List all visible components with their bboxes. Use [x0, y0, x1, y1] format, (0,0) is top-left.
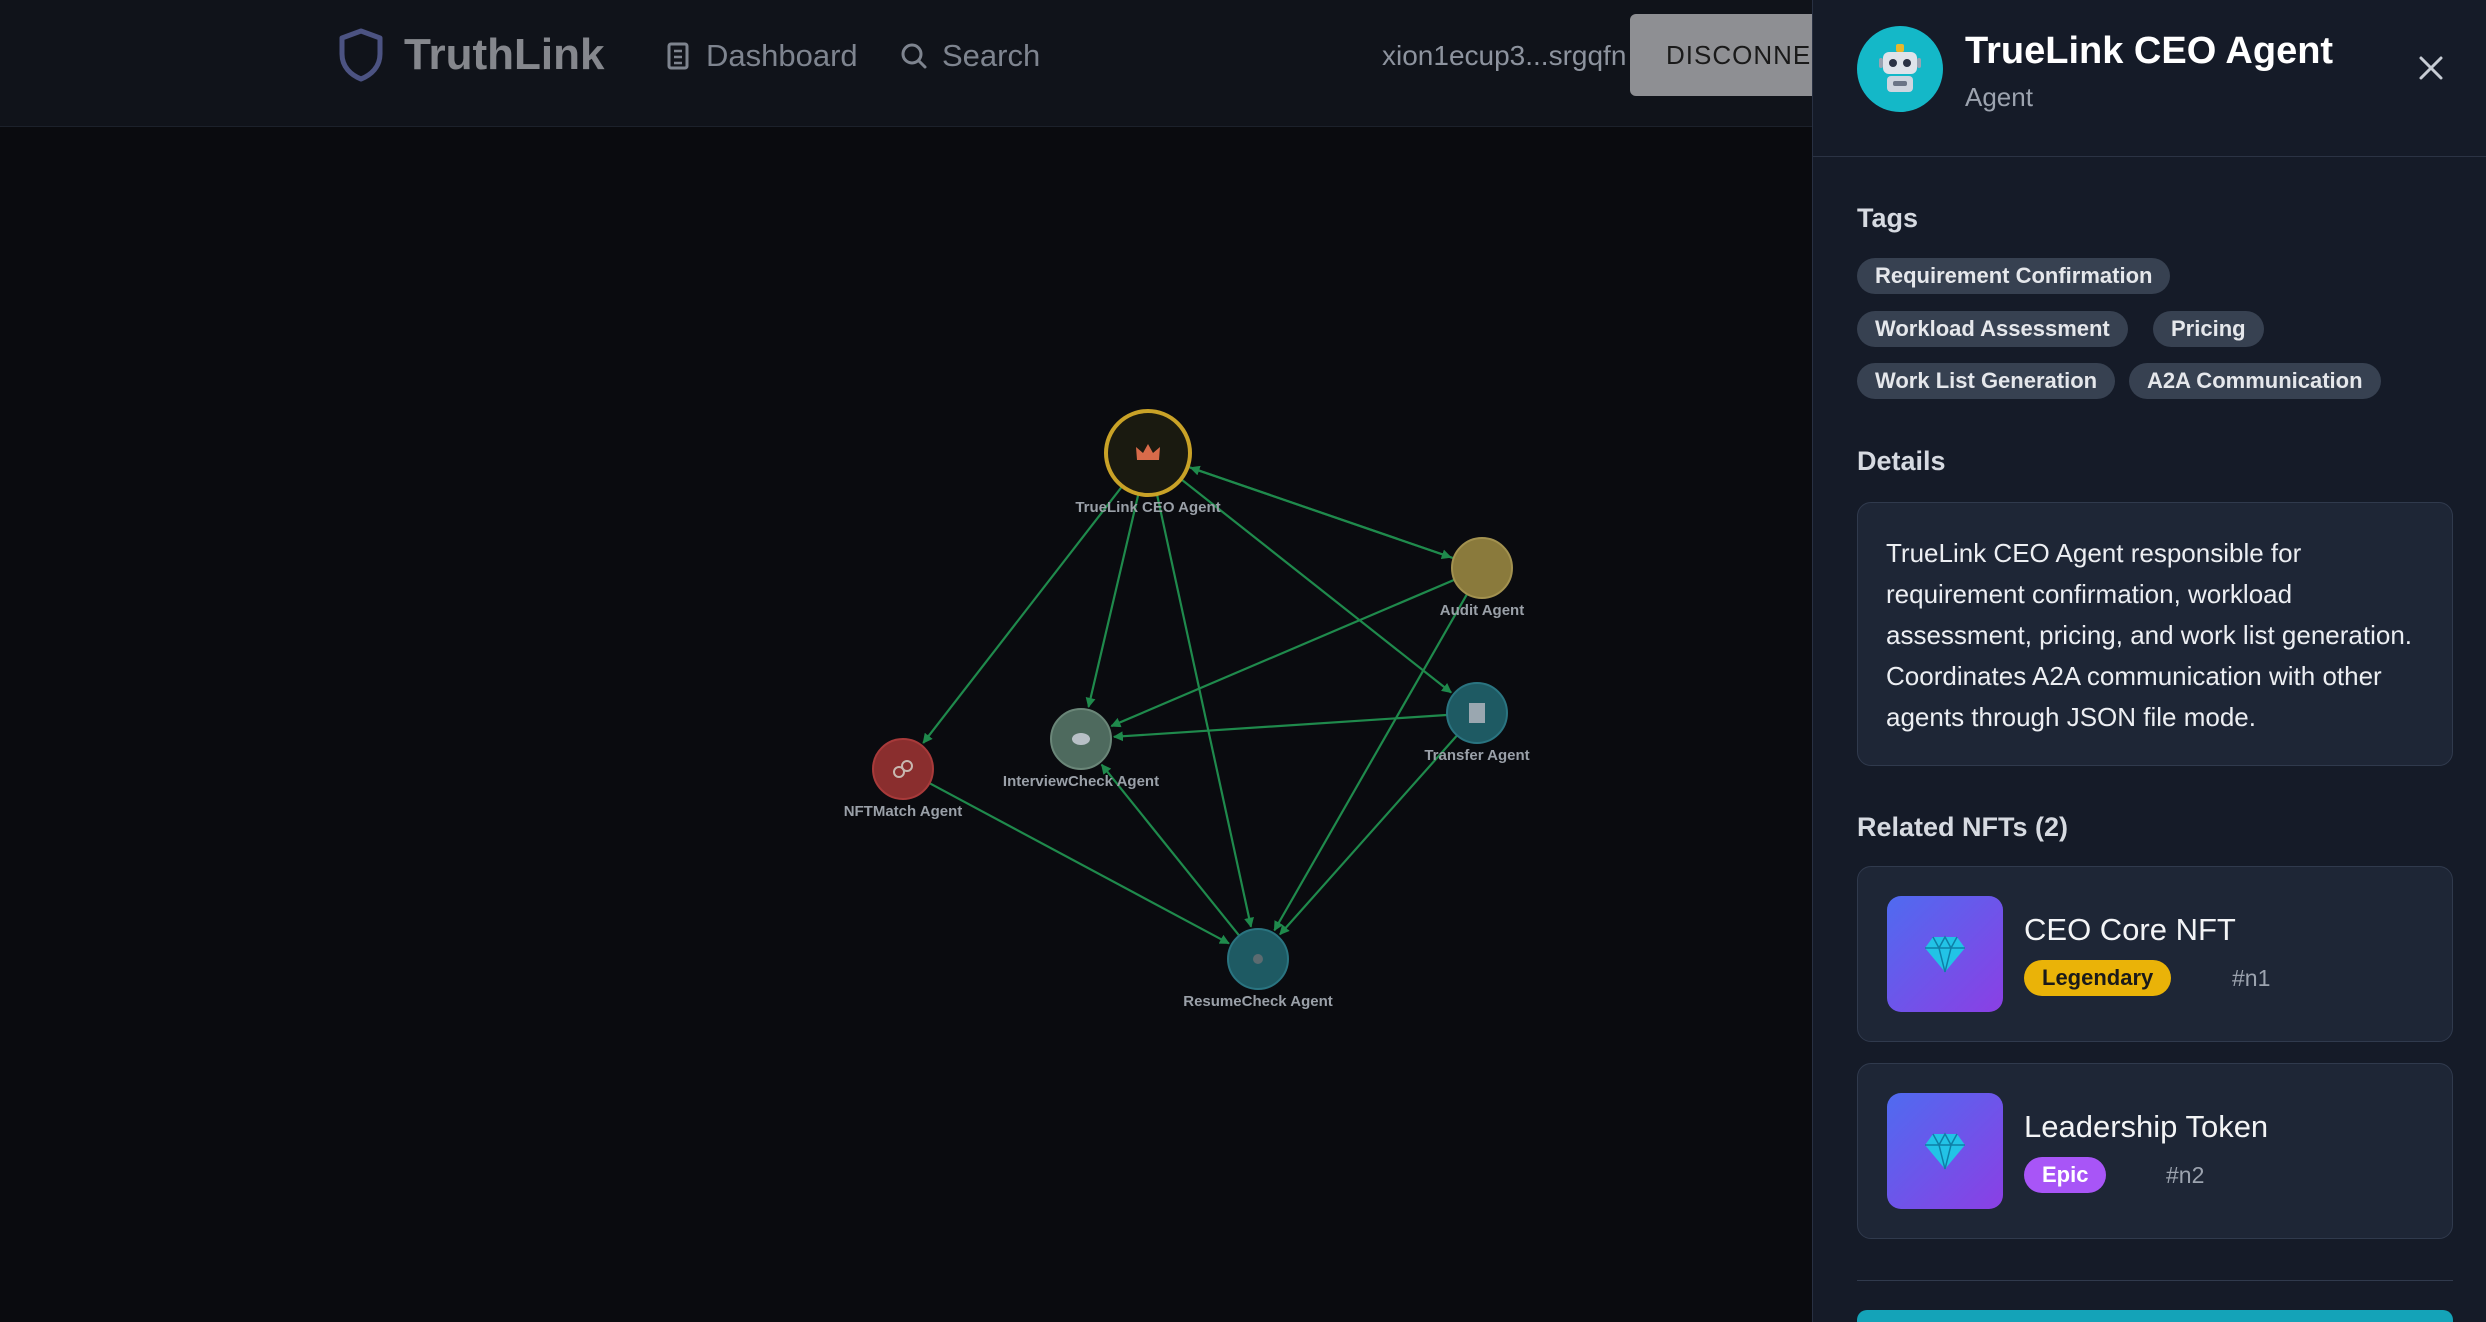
graph-edge — [907, 770, 1230, 945]
nav-dashboard[interactable]: Dashboard — [664, 38, 858, 74]
graph-node[interactable]: TrueLink CEO Agent — [1075, 409, 1221, 516]
nav-dashboard-label: Dashboard — [706, 38, 858, 73]
rarity-badge: Legendary — [2024, 960, 2172, 996]
robot-icon — [1879, 44, 1921, 92]
graph-canvas[interactable]: TrueLink CEO Agent Audit Agent Transfer Ag… — [0, 128, 1812, 1322]
graph-edge — [1112, 712, 1472, 742]
tag-chip[interactable]: Work List Generation — [1857, 363, 2116, 399]
diamond-icon — [1925, 935, 1965, 973]
nft-card[interactable]: CEO Core NFT Legendary #n1 — [1857, 866, 2453, 1042]
graph-edge — [1100, 763, 1256, 956]
search-icon — [901, 43, 927, 69]
app-root: TruthLink Dashboard Search xion1ecup3...… — [0, 0, 2486, 1322]
panel-title: TrueLink CEO Agent — [1965, 30, 2334, 72]
nav-search-label: Search — [942, 38, 1041, 73]
node-label: Audit Agent — [1440, 602, 1524, 619]
graph-node[interactable]: Transfer Agent — [1424, 682, 1530, 764]
rarity-badge: Epic — [2024, 1157, 2107, 1193]
graph-edges — [907, 454, 1480, 956]
nft-thumbnail — [1887, 1093, 2003, 1209]
node-label: ResumeCheck Agent — [1183, 993, 1333, 1010]
close-icon — [2419, 56, 2443, 80]
graph-node[interactable]: Audit Agent — [1440, 537, 1524, 619]
close-button[interactable] — [2413, 50, 2449, 86]
nft-name: Leadership Token — [2024, 1109, 2269, 1144]
nft-id: #n1 — [2232, 965, 2271, 991]
agent-avatar — [1857, 26, 1943, 112]
graph-node[interactable]: NFTMatch Agent — [844, 738, 963, 820]
nft-thumbnail — [1887, 896, 2003, 1012]
document-icon — [1469, 703, 1485, 723]
tags-heading: Tags — [1857, 203, 1919, 233]
panel-subtitle: Agent — [1965, 82, 2033, 112]
nft-card[interactable]: Leadership Token Epic #n2 — [1857, 1063, 2453, 1239]
panel-header: TrueLink CEO Agent Agent — [1813, 0, 2486, 157]
related-nfts-heading: Related NFTs (2) — [1857, 812, 2069, 842]
tag-chip[interactable]: Pricing — [2153, 311, 2264, 347]
eye-icon — [1072, 733, 1090, 745]
tag-chip[interactable]: Requirement Confirmation — [1857, 258, 2171, 294]
diamond-icon — [1925, 1132, 1965, 1170]
tag-chip[interactable]: A2A Communication — [2129, 363, 2381, 399]
shield-icon — [339, 28, 383, 82]
panel-divider — [1857, 1280, 2453, 1281]
agent-network-graph[interactable]: TrueLink CEO Agent Audit Agent Transfer Ag… — [0, 128, 1812, 1322]
nav-search[interactable]: Search — [900, 38, 1040, 74]
graph-node[interactable]: ResumeCheck Agent — [1183, 928, 1333, 1010]
building-icon — [667, 42, 689, 70]
graph-edge — [1110, 569, 1477, 728]
tag-chip[interactable]: Workload Assessment — [1857, 311, 2128, 347]
node-circle[interactable] — [1451, 537, 1513, 599]
node-label: TrueLink CEO Agent — [1075, 499, 1220, 516]
detail-panel: TrueLink CEO Agent Agent Tags Requiremen… — [1812, 0, 2486, 1322]
brand-logo[interactable]: TruthLink — [338, 28, 604, 82]
wallet-address: xion1ecup3...srgqfn — [1382, 40, 1627, 71]
details-text: TrueLink CEO Agent responsible for requi… — [1857, 502, 2453, 766]
node-label: InterviewCheck Agent — [1003, 773, 1159, 790]
brand-name: TruthLink — [404, 30, 605, 79]
details-heading: Details — [1857, 446, 1946, 476]
node-label: NFTMatch Agent — [844, 803, 963, 820]
node-label: Transfer Agent — [1424, 747, 1529, 764]
panel-action-button[interactable] — [1857, 1310, 2453, 1322]
nft-id: #n2 — [2166, 1162, 2205, 1188]
graph-node[interactable]: InterviewCheck Agent — [1003, 708, 1159, 790]
graph-edge — [1148, 460, 1254, 928]
nft-name: CEO Core NFT — [2024, 912, 2236, 947]
magnifier-icon — [1253, 954, 1263, 964]
graph-edge — [1153, 457, 1452, 694]
